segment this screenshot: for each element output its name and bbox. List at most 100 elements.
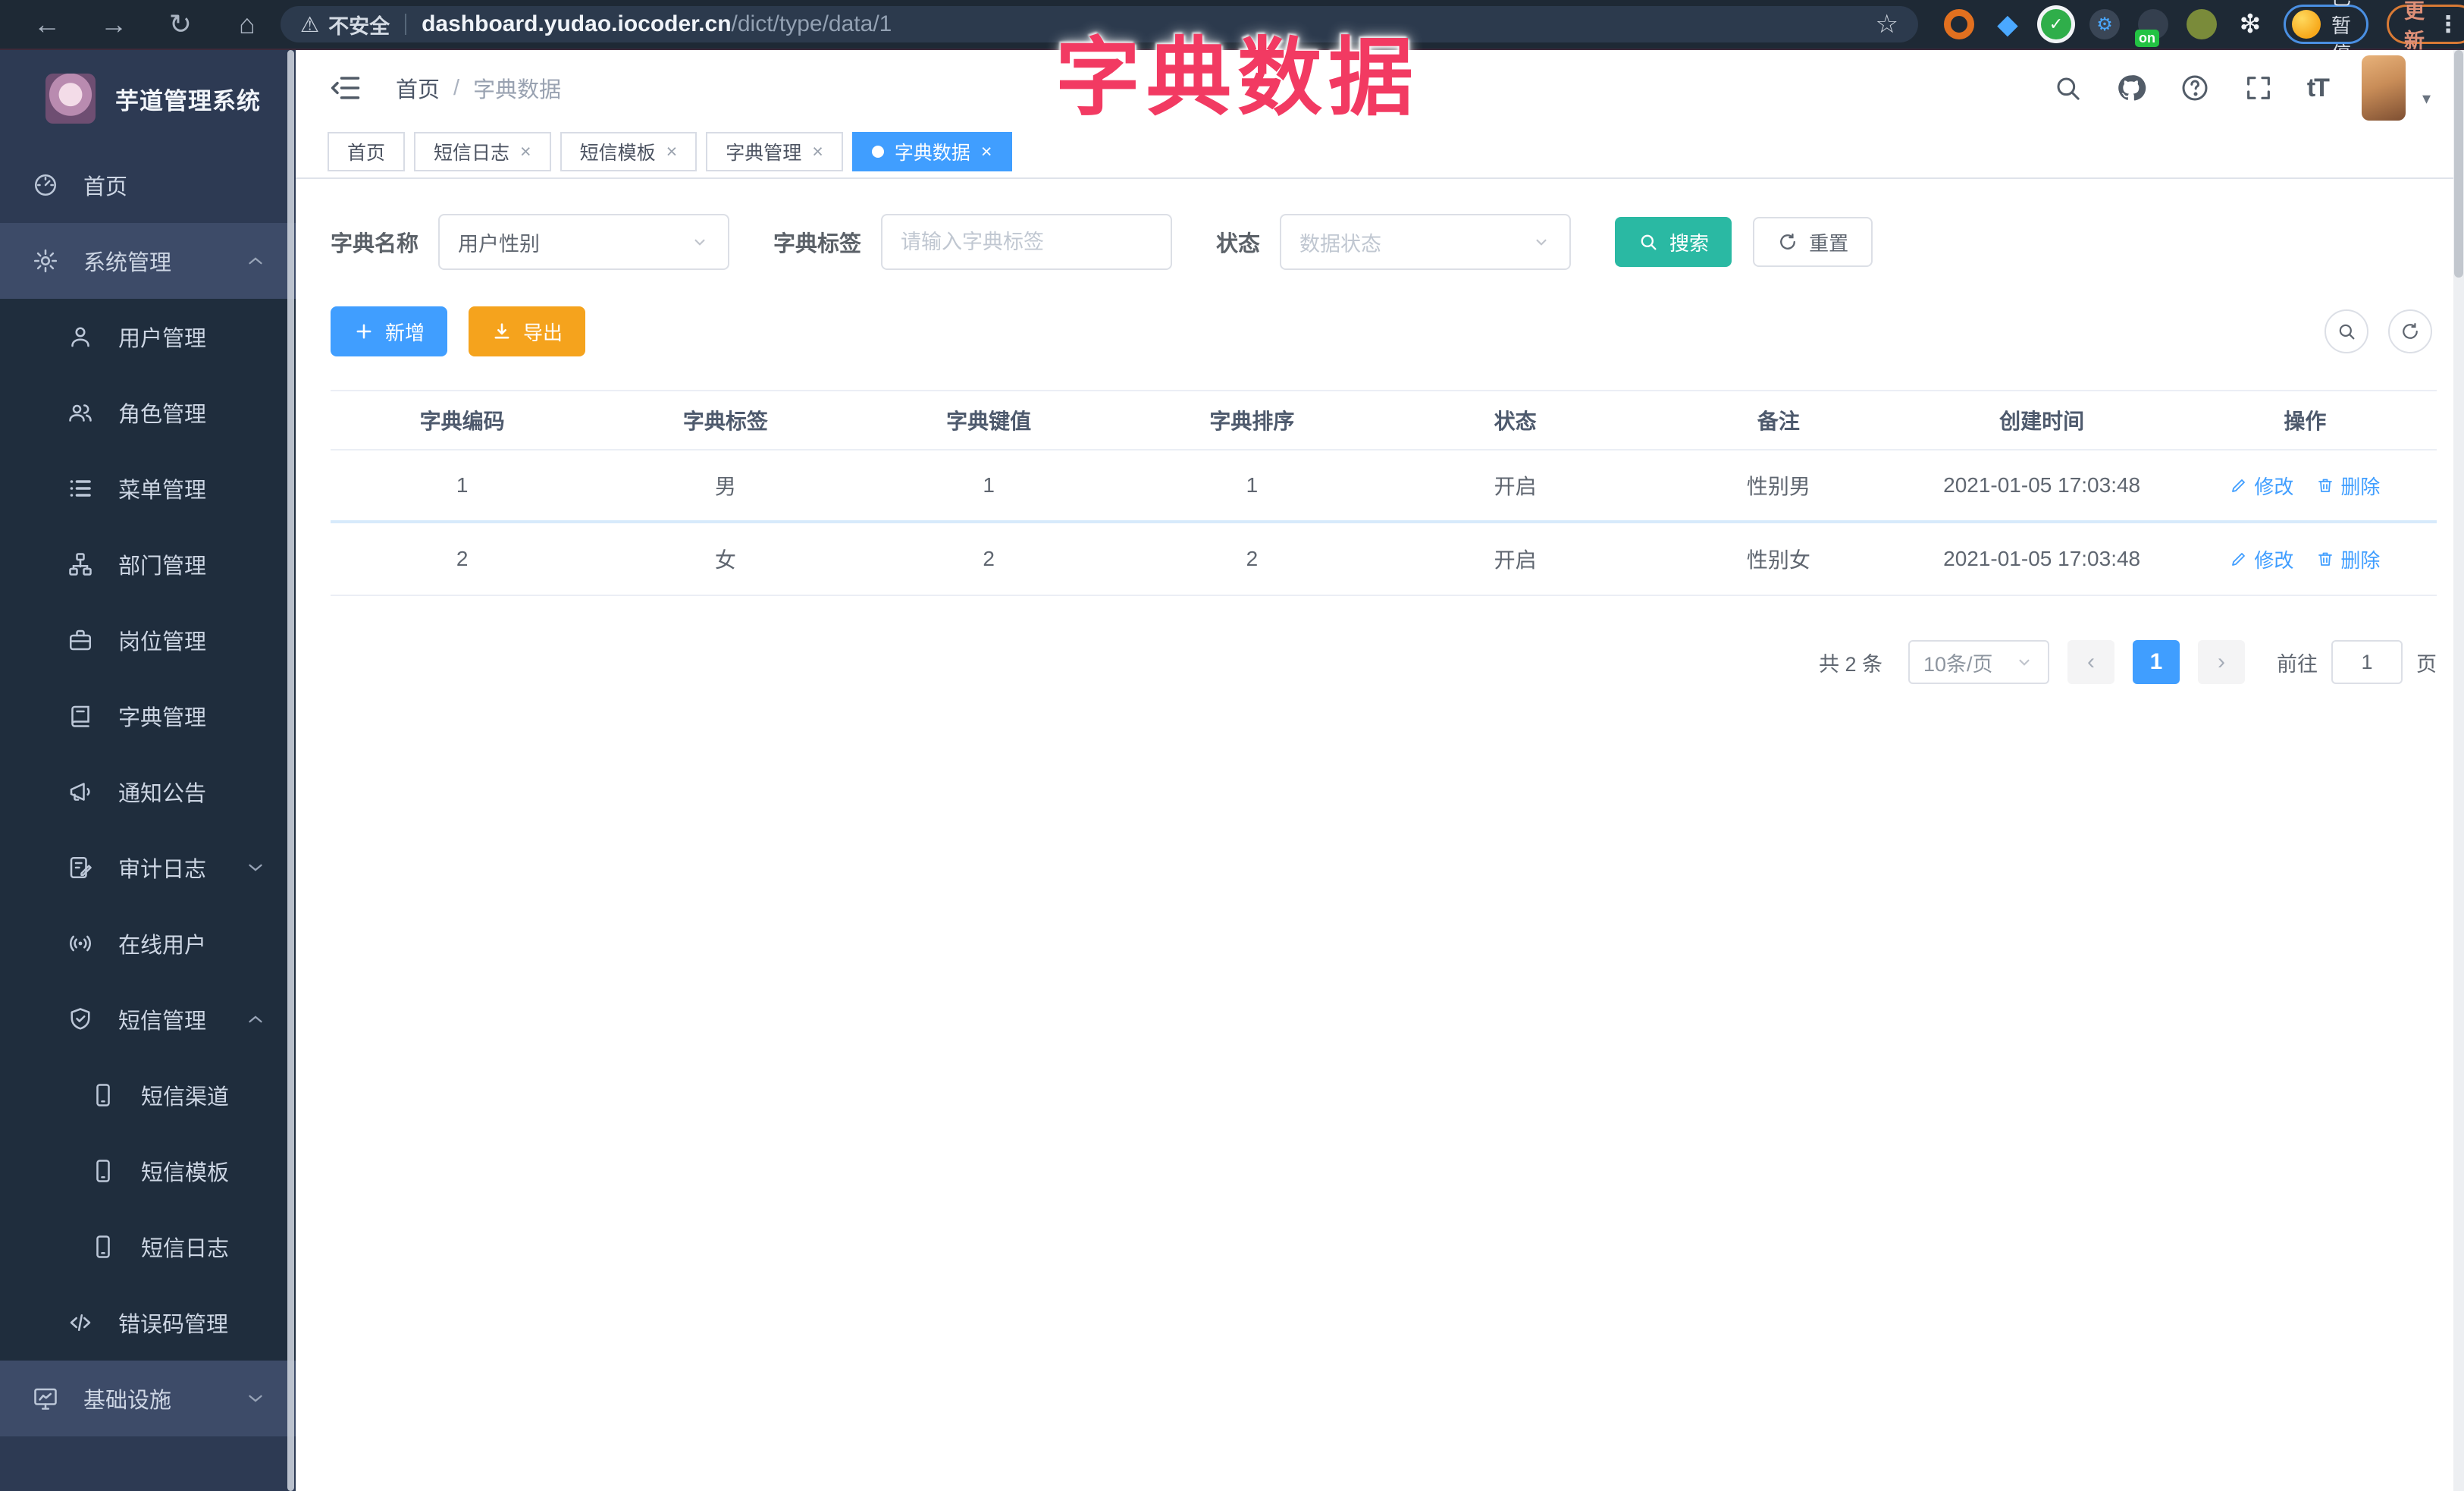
reset-button[interactable]: 重置 (1753, 217, 1873, 267)
add-button[interactable]: 新增 (331, 306, 448, 356)
dict-name-select[interactable]: 用户性别 (438, 214, 730, 270)
dict-label-label: 字典标签 (773, 232, 862, 256)
extension-icon[interactable]: on (2135, 9, 2168, 47)
sidebar-item-sms-log[interactable]: 短信日志 (0, 1209, 296, 1285)
help-icon[interactable] (2180, 73, 2210, 103)
sidebar-item-system[interactable]: 系统管理 (0, 223, 296, 299)
tab-sms-log[interactable]: 短信日志 × (414, 132, 551, 171)
page-size-select[interactable]: 10条/页 (1908, 640, 2049, 684)
bookmark-star-icon[interactable]: ☆ (1876, 9, 1898, 39)
extension-icon[interactable]: ◆ (1992, 8, 2023, 39)
dict-label-input[interactable] (901, 230, 1170, 254)
home-icon[interactable]: ⌂ (214, 8, 281, 40)
column-header: 字典键值 (946, 410, 1032, 433)
github-icon[interactable] (2116, 73, 2146, 103)
close-icon[interactable]: × (812, 141, 823, 163)
column-header: 字典标签 (682, 410, 768, 433)
close-icon[interactable]: × (666, 141, 678, 163)
edit-link[interactable]: 修改 (2230, 472, 2293, 500)
sidebar-item-posts[interactable]: 岗位管理 (0, 602, 296, 678)
search-button[interactable]: 搜索 (1615, 217, 1732, 267)
close-icon[interactable]: × (520, 141, 531, 163)
tab-home[interactable]: 首页 (328, 132, 406, 171)
sidebar-item-label: 审计日志 (118, 858, 207, 882)
sidebar-item-users[interactable]: 用户管理 (0, 299, 296, 375)
status-placeholder: 数据状态 (1299, 232, 1382, 256)
sidebar-item-departments[interactable]: 部门管理 (0, 526, 296, 602)
font-size-icon[interactable]: tT (2307, 74, 2330, 103)
next-page-button[interactable]: › (2198, 640, 2245, 684)
sidebar-item-menus[interactable]: 菜单管理 (0, 450, 296, 526)
add-button-label: 新增 (385, 321, 425, 344)
tab-dict-data[interactable]: 字典数据 × (851, 132, 1012, 171)
delete-link[interactable]: 删除 (2316, 472, 2380, 500)
sidebar-item-sms[interactable]: 短信管理 (0, 981, 296, 1057)
tab-label: 字典管理 (726, 143, 802, 164)
scrollbar-thumb[interactable] (2454, 50, 2463, 278)
sidebar-item-online-users[interactable]: 在线用户 (0, 906, 296, 981)
status-select[interactable]: 数据状态 (1280, 214, 1572, 270)
fullscreen-icon[interactable] (2243, 73, 2274, 103)
total-count: 共 2 条 (1818, 652, 1882, 676)
page-content: 字典名称 用户性别 字典标签 状态 数据状态 (296, 179, 2464, 1491)
sidebar-item-label: 字典管理 (118, 706, 207, 730)
caret-down-icon (1536, 239, 1547, 246)
search-icon (1641, 234, 1657, 250)
user-avatar[interactable] (2361, 55, 2406, 121)
browser-profile-chip[interactable]: 已暂停 (2284, 0, 2369, 65)
page-number-button[interactable]: 1 (2133, 640, 2180, 684)
app-logo-row[interactable]: 芋道管理系统 (0, 50, 296, 147)
url-path: /dict/type/data/1 (731, 11, 892, 36)
kebab-menu-icon[interactable]: ⋮ (2437, 11, 2459, 38)
sidebar-item-audit-log[interactable]: 审计日志 (0, 830, 296, 906)
collapse-sidebar-icon[interactable] (329, 71, 362, 105)
extension-check-icon[interactable]: ✓ (2041, 9, 2071, 39)
tab-dict-manage[interactable]: 字典管理 × (706, 132, 843, 171)
url-host: dashboard.yudao.iocoder.cn (422, 11, 732, 36)
sidebar-item-infrastructure[interactable]: 基础设施 (0, 1361, 296, 1436)
page-unit-label: 页 (2416, 652, 2437, 676)
table-toolbar: 新增 导出 (331, 306, 2437, 356)
back-icon[interactable]: ← (14, 8, 80, 40)
chevron-down-icon (249, 864, 262, 871)
browser-update-button[interactable]: 更新 ⋮ (2387, 0, 2464, 52)
refresh-icon (1780, 233, 1795, 250)
prev-page-button[interactable]: ‹ (2067, 640, 2114, 684)
sidebar-item-roles[interactable]: 角色管理 (0, 375, 296, 450)
delete-link[interactable]: 删除 (2316, 545, 2380, 573)
profile-emoji-avatar (2292, 10, 2321, 39)
main-area: 首页 / 字典数据 tT ▾ 首页 短信日志 × 短信模板 × 字典管理 × 字… (296, 50, 2464, 1491)
sidebar-item-label: 在线用户 (118, 934, 207, 958)
breadcrumb-separator: / (453, 75, 460, 100)
export-button[interactable]: 导出 (469, 306, 586, 356)
delete-label: 删除 (2340, 548, 2381, 572)
extension-icon[interactable] (1944, 9, 1974, 39)
sidebar-item-sms-channel[interactable]: 短信渠道 (0, 1057, 296, 1133)
refresh-table-button[interactable] (2388, 309, 2432, 353)
extensions-puzzle-icon[interactable]: ❇ (2235, 9, 2265, 39)
sidebar-item-label: 岗位管理 (118, 630, 207, 654)
sidebar-scrollbar[interactable] (287, 50, 294, 1491)
warning-icon: ⚠ (300, 12, 320, 36)
search-icon[interactable] (2052, 73, 2083, 103)
sidebar-item-dict[interactable]: 字典管理 (0, 678, 296, 754)
sidebar-item-error-code[interactable]: 错误码管理 (0, 1285, 296, 1361)
reload-icon[interactable]: ↻ (147, 8, 214, 40)
app-logo (45, 74, 96, 124)
sidebar-item-notice[interactable]: 通知公告 (0, 754, 296, 830)
toggle-search-button[interactable] (2324, 309, 2368, 353)
forward-icon[interactable]: → (80, 8, 147, 40)
sidebar-item-home[interactable]: 首页 (0, 147, 296, 223)
refresh-icon (2403, 322, 2418, 339)
close-icon[interactable]: × (981, 141, 992, 163)
edit-link[interactable]: 修改 (2230, 545, 2293, 573)
window-scrollbar[interactable] (2453, 50, 2464, 1491)
extension-icon[interactable] (2187, 9, 2217, 39)
table-header-row: 字典编码 字典标签 字典键值 字典排序 状态 备注 创建时间 操作 (331, 391, 2437, 450)
sidebar-item-sms-template[interactable]: 短信模板 (0, 1133, 296, 1209)
dashboard-icon (34, 174, 57, 196)
extension-icon[interactable]: ⚙ (2089, 9, 2120, 39)
tab-sms-template[interactable]: 短信模板 × (560, 132, 698, 171)
breadcrumb-home[interactable]: 首页 (396, 72, 440, 104)
goto-page-input[interactable] (2331, 640, 2403, 684)
